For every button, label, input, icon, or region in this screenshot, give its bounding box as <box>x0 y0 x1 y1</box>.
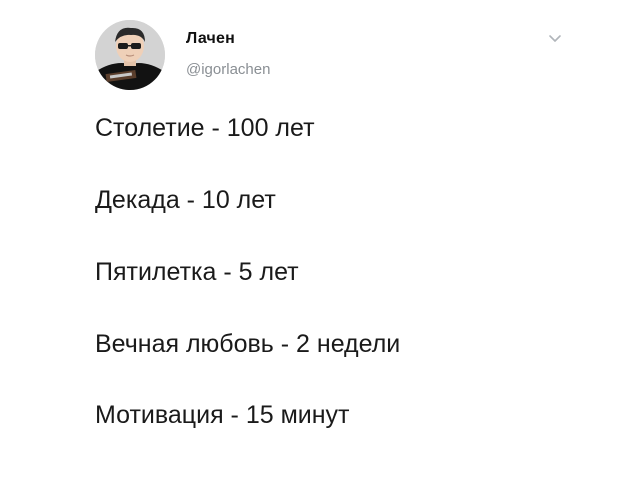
tweet-header: Лачен @igorlachen <box>95 20 575 90</box>
avatar-photo-icon <box>95 20 165 90</box>
avatar[interactable] <box>95 20 165 90</box>
username-handle[interactable]: @igorlachen <box>186 61 270 78</box>
display-name[interactable]: Лачен <box>186 30 235 48</box>
tweet-line: Пятилетка - 5 лет <box>95 258 299 286</box>
tweet-line: Декада - 10 лет <box>95 186 276 214</box>
tweet-line: Мотивация - 15 минут <box>95 401 350 429</box>
tweet-line: Вечная любовь - 2 недели <box>95 330 401 358</box>
tweet-card: Лачен @igorlachen Столетие - 100 лет Дек… <box>0 0 620 489</box>
tweet-line: Столетие - 100 лет <box>95 114 315 142</box>
chevron-down-icon[interactable] <box>548 32 562 44</box>
